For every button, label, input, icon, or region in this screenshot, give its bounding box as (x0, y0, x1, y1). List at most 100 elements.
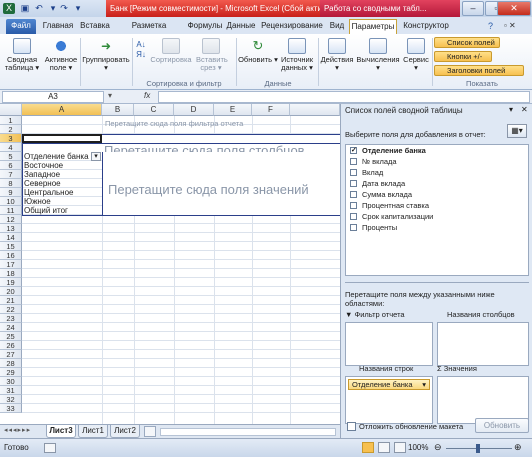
zoom-level[interactable]: 100% (408, 443, 428, 452)
tab-options[interactable]: Параметры (349, 19, 397, 34)
row-header[interactable]: 18 (0, 269, 22, 278)
normal-view-icon[interactable] (362, 442, 374, 453)
field-headers-toggle[interactable]: Заголовки полей (434, 65, 524, 76)
page-layout-view-icon[interactable] (378, 442, 390, 453)
redo-icon[interactable]: ↷ (58, 3, 70, 14)
actions-button[interactable]: Действия ▾ (320, 38, 354, 72)
pane-divider[interactable] (345, 282, 529, 283)
formula-input[interactable] (158, 91, 530, 103)
row-header[interactable]: 21 (0, 296, 22, 305)
active-field-button[interactable]: Активное поле ▾ (44, 38, 78, 72)
insert-sheet-icon[interactable] (144, 426, 156, 437)
select-all-corner[interactable] (0, 104, 22, 116)
tab-insert[interactable]: Вставка (78, 19, 112, 34)
row-header[interactable]: 32 (0, 395, 22, 404)
row-header[interactable]: 2 (0, 125, 22, 134)
customize-qat-icon[interactable]: ▾ (72, 3, 84, 14)
defer-update-checkbox[interactable] (347, 422, 356, 431)
chip-dropdown-icon[interactable]: ▾ (422, 380, 426, 390)
service-button[interactable]: Сервис ▾ (402, 38, 430, 72)
columns-drop-box[interactable] (437, 322, 529, 366)
row-header[interactable]: 15 (0, 242, 22, 251)
column-header[interactable] (290, 104, 340, 116)
selected-cell-a3[interactable] (22, 134, 102, 143)
row-header[interactable]: 1 (0, 116, 22, 125)
tab-page-layout[interactable]: Разметка страницы (113, 19, 185, 44)
close-button[interactable]: ✕ (497, 1, 531, 16)
zoom-out-icon[interactable]: ⊖ (434, 442, 442, 453)
sheet-tab-active[interactable]: Лист3 (46, 425, 76, 438)
field-item[interactable]: ✓ Отделение банка (346, 145, 528, 156)
row-header[interactable]: 23 (0, 314, 22, 323)
row-header[interactable]: 13 (0, 224, 22, 233)
help-icon[interactable]: ? (488, 21, 493, 31)
filter-drop-zone[interactable]: Перетащите сюда поля фильтра отчета (104, 119, 340, 128)
row-header[interactable]: 30 (0, 377, 22, 386)
fx-icon[interactable]: fx (144, 91, 150, 100)
field-list-toggle[interactable]: Список полей (434, 37, 500, 48)
row-header[interactable]: 33 (0, 404, 22, 413)
name-box-dropdown-icon[interactable]: ▾ (108, 91, 112, 100)
row-header[interactable]: 7 (0, 170, 22, 179)
zoom-in-icon[interactable]: ⊕ (514, 442, 522, 453)
row-header[interactable]: 31 (0, 386, 22, 395)
column-header[interactable]: E (214, 104, 252, 116)
row-header[interactable]: 3 (0, 134, 22, 143)
field-item[interactable]: Проценты (346, 222, 528, 233)
row-header[interactable]: 24 (0, 323, 22, 332)
field-item[interactable]: Сумма вклада (346, 189, 528, 200)
field-item[interactable]: Процентная ставка (346, 200, 528, 211)
group-button[interactable]: ➜ Группировать ▾ (82, 38, 130, 72)
save-icon[interactable]: ▣ (19, 3, 31, 14)
column-header[interactable]: F (252, 104, 290, 116)
pane-dropdown-icon[interactable]: ▾ (509, 105, 513, 114)
worksheet-grid[interactable]: A B C D E F Перетащите сюда поля фильтра… (0, 104, 340, 424)
row-header[interactable]: 26 (0, 341, 22, 350)
sheet-tab[interactable]: Лист2 (110, 425, 140, 438)
field-checkbox[interactable] (350, 191, 357, 198)
field-item[interactable]: Срок капитализации (346, 211, 528, 222)
row-header[interactable]: 5 (0, 152, 22, 161)
field-checkbox[interactable] (350, 213, 357, 220)
pivot-table-button[interactable]: Сводная таблица ▾ (4, 38, 40, 72)
field-checkbox[interactable] (350, 169, 357, 176)
update-button[interactable]: Обновить (475, 418, 529, 433)
row-header[interactable]: 22 (0, 305, 22, 314)
row-header[interactable]: 12 (0, 215, 22, 224)
row-header[interactable]: 20 (0, 287, 22, 296)
field-item[interactable]: Дата вклада (346, 178, 528, 189)
layout-options-button[interactable]: ▦▾ (507, 124, 527, 138)
horizontal-scrollbar[interactable] (160, 428, 336, 436)
sort-button[interactable]: Сортировка (150, 38, 192, 64)
sheet-nav-icon[interactable]: ◂◂◂▸▸▸ (4, 426, 31, 434)
row-header[interactable]: 4 (0, 143, 22, 152)
minimize-button[interactable]: – (462, 1, 484, 16)
tab-file[interactable]: Файл (6, 19, 36, 34)
tab-design[interactable]: Конструктор (399, 19, 453, 34)
row-header[interactable]: 14 (0, 233, 22, 242)
name-box[interactable]: A3 (2, 91, 104, 103)
row-header[interactable]: 25 (0, 332, 22, 341)
tab-data[interactable]: Данные (225, 19, 257, 34)
tab-review[interactable]: Рецензирование (258, 19, 326, 34)
buttons-toggle[interactable]: Кнопки +/- (434, 51, 492, 62)
zoom-slider-thumb[interactable] (476, 444, 480, 453)
column-header[interactable]: B (102, 104, 134, 116)
field-checkbox[interactable] (350, 158, 357, 165)
row-header[interactable]: 9 (0, 188, 22, 197)
row-header[interactable]: 16 (0, 251, 22, 260)
field-item[interactable]: Вклад (346, 167, 528, 178)
tab-formulas[interactable]: Формулы (186, 19, 224, 34)
column-header[interactable]: A (22, 104, 102, 116)
refresh-button[interactable]: ↻ Обновить ▾ (238, 38, 278, 64)
field-item[interactable]: № вклада (346, 156, 528, 167)
row-header[interactable]: 19 (0, 278, 22, 287)
row-header[interactable]: 10 (0, 197, 22, 206)
sheet-tab[interactable]: Лист1 (78, 425, 108, 438)
row-field-chip[interactable]: Отделение банка ▾ (348, 379, 430, 390)
pane-close-icon[interactable]: ✕ (521, 105, 528, 114)
tab-home[interactable]: Главная (40, 19, 76, 34)
row-header[interactable]: 8 (0, 179, 22, 188)
tab-view[interactable]: Вид (327, 19, 347, 34)
column-header[interactable]: D (174, 104, 214, 116)
